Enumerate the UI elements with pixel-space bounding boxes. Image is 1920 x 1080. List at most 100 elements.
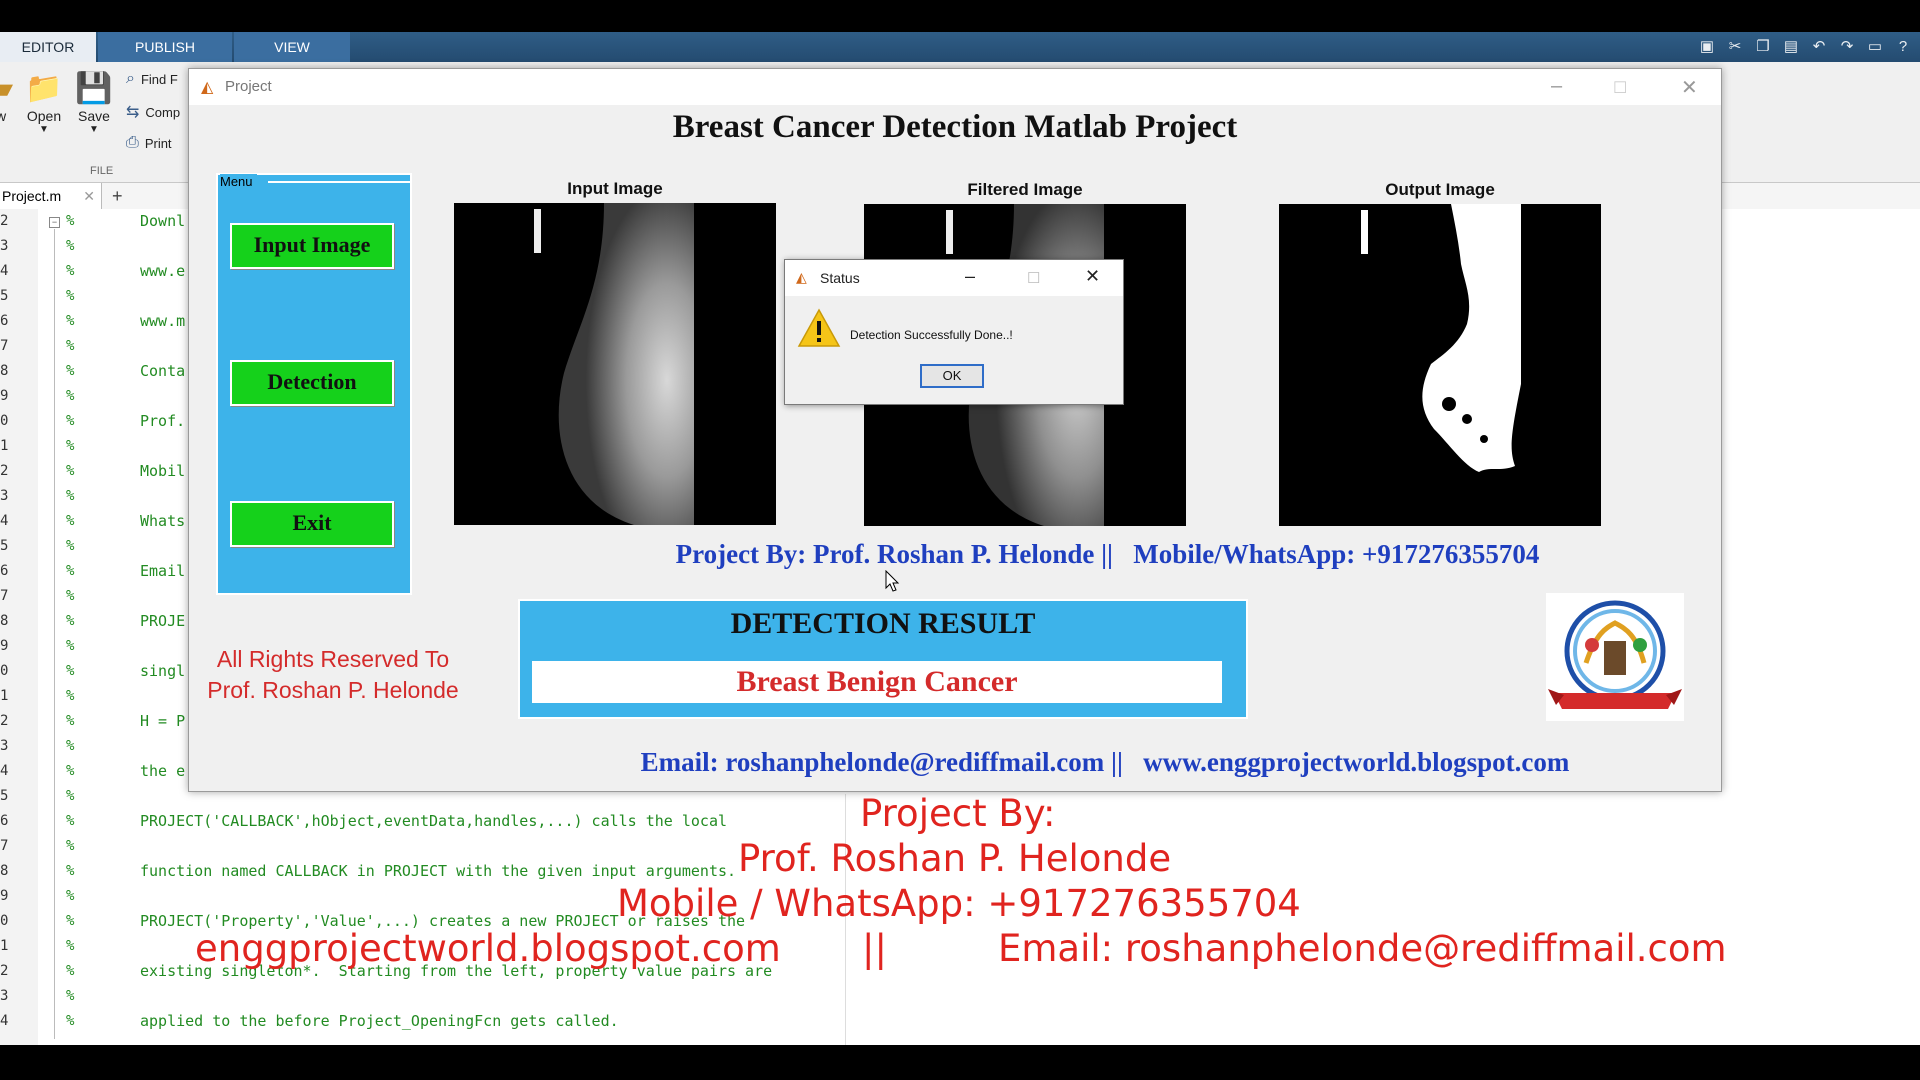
comment-marker: % xyxy=(66,688,75,704)
filtered-image-caption: Filtered Image xyxy=(967,180,1083,199)
line-number: 3 xyxy=(0,238,9,254)
project-by-text: Project By: Prof. Roshan P. Helonde || M… xyxy=(675,539,1540,569)
line-number: 7 xyxy=(0,838,9,854)
code-line: function named CALLBACK in PROJECT with … xyxy=(140,862,737,880)
comment-marker: % xyxy=(66,338,75,354)
tab-publish[interactable]: PUBLISH xyxy=(98,32,232,62)
line-number: 9 xyxy=(0,888,9,904)
find-files-button[interactable]: ⌕ Find F xyxy=(126,70,178,88)
warning-icon xyxy=(797,308,841,347)
editor-tab-project[interactable]: Project.m ✕ xyxy=(0,183,102,209)
tab-view[interactable]: VIEW xyxy=(234,32,350,62)
detection-result-title: DETECTION RESULT xyxy=(730,607,1036,640)
add-tab-button[interactable]: + xyxy=(112,183,123,209)
line-number: 8 xyxy=(0,863,9,879)
detection-result-panel: DETECTION RESULT Breast Benign Cancer xyxy=(518,599,1248,719)
code-line: Downl xyxy=(140,212,186,230)
comment-marker: % xyxy=(66,463,75,479)
line-number: 4 xyxy=(0,1013,9,1029)
input-image xyxy=(454,203,776,525)
undo-icon[interactable]: ↶ xyxy=(1808,36,1830,58)
minimize-button[interactable]: – xyxy=(1551,75,1562,98)
compare-button[interactable]: ⇆ Comp xyxy=(126,102,180,122)
comment-marker: % xyxy=(66,1013,75,1029)
copy-icon[interactable]: ❐ xyxy=(1752,36,1774,58)
quick-access-toolbar: ▣ ✂ ❐ ▤ ↶ ↷ ▭ ? xyxy=(1696,36,1914,58)
line-number: 2 xyxy=(0,963,9,979)
rights-text: All Rights Reserved To Prof. Roshan P. H… xyxy=(207,646,459,703)
comment-marker: % xyxy=(66,638,75,654)
logo-emblem-icon xyxy=(1548,600,1682,709)
menu-divider xyxy=(268,181,410,183)
layout-icon[interactable]: ▭ xyxy=(1864,36,1886,58)
folder-icon: 📁 xyxy=(25,72,63,105)
maximize-button[interactable]: ☐ xyxy=(1027,269,1040,287)
comment-marker: % xyxy=(66,613,75,629)
comment-marker: % xyxy=(66,538,75,554)
comment-marker: % xyxy=(66,263,75,279)
code-line: H = P xyxy=(140,712,186,730)
paste-icon[interactable]: ▤ xyxy=(1780,36,1802,58)
code-line: Whats xyxy=(140,512,186,530)
author-logo xyxy=(1546,593,1684,721)
comment-marker: % xyxy=(66,213,75,229)
comment-marker: % xyxy=(66,713,75,729)
chevron-down-icon: ▼ xyxy=(39,124,49,135)
file-section-label: FILE xyxy=(90,165,114,177)
comment-marker: % xyxy=(66,988,75,1004)
new-button[interactable]: ▰ w xyxy=(0,70,13,124)
comment-marker: % xyxy=(66,288,75,304)
line-number: 7 xyxy=(0,588,9,604)
matlab-icon: ◭ xyxy=(201,79,214,96)
watermark-email: Email: roshanphelonde@rediffmail.com xyxy=(998,927,1727,970)
output-image xyxy=(1279,204,1601,526)
minimize-button[interactable]: – xyxy=(965,266,975,287)
cut-icon[interactable]: ✂ xyxy=(1724,36,1746,58)
comment-marker: % xyxy=(66,813,75,829)
save-icon[interactable]: ▣ xyxy=(1696,36,1718,58)
close-window-button[interactable]: ✕ xyxy=(1681,75,1698,100)
comment-marker: % xyxy=(66,438,75,454)
line-number: 8 xyxy=(0,363,9,379)
comment-marker: % xyxy=(66,663,75,679)
line-number: 6 xyxy=(0,313,9,329)
code-line: www.m xyxy=(140,312,186,330)
project-title-bar[interactable]: ◭ Project – ☐ ✕ xyxy=(189,69,1721,105)
tab-editor[interactable]: EDITOR xyxy=(0,32,96,62)
watermark-separator: || xyxy=(862,927,887,970)
comment-marker: % xyxy=(66,738,75,754)
ok-button[interactable]: OK xyxy=(920,364,984,388)
project-window: ◭ Project – ☐ ✕ Breast Cancer Detection … xyxy=(188,68,1722,792)
print-button[interactable]: ⎙ Print xyxy=(126,134,172,152)
line-number: 0 xyxy=(0,663,9,679)
maximize-button[interactable]: ☐ xyxy=(1613,78,1627,98)
watermark-line-2: Prof. Roshan P. Helonde xyxy=(738,837,1172,880)
fold-toggle-icon[interactable]: − xyxy=(49,217,60,228)
save-button[interactable]: 💾 Save ▼ xyxy=(74,70,114,135)
status-title-bar[interactable]: ◭ Status – ☐ ✕ xyxy=(785,260,1123,296)
line-number: 0 xyxy=(0,413,9,429)
save-label: Save xyxy=(78,108,110,124)
detection-button[interactable]: Detection xyxy=(230,360,394,406)
watermark-website: enggprojectworld.blogspot.com xyxy=(195,927,781,970)
close-icon[interactable]: ✕ xyxy=(83,183,95,209)
bottom-letterbox xyxy=(0,1045,1920,1080)
segmented-output-graphic xyxy=(1361,204,1521,472)
line-number: 1 xyxy=(0,938,9,954)
email-website-text: Email: roshanphelonde@rediffmail.com || … xyxy=(640,747,1570,777)
open-button[interactable]: 📁 Open ▼ xyxy=(24,70,64,135)
code-line: Mobil xyxy=(140,462,186,480)
help-icon[interactable]: ? xyxy=(1892,36,1914,58)
input-image-button[interactable]: Input Image xyxy=(230,223,394,269)
code-line: Conta xyxy=(140,362,186,380)
line-number: 5 xyxy=(0,288,9,304)
line-number: 9 xyxy=(0,638,9,654)
mammogram-input-graphic xyxy=(534,203,776,525)
line-number: 6 xyxy=(0,813,9,829)
comment-marker: % xyxy=(66,588,75,604)
status-message: Detection Successfully Done..! xyxy=(850,328,1013,342)
close-dialog-button[interactable]: ✕ xyxy=(1085,266,1100,287)
line-number: 3 xyxy=(0,988,9,1004)
redo-icon[interactable]: ↷ xyxy=(1836,36,1858,58)
line-number: 6 xyxy=(0,563,9,579)
